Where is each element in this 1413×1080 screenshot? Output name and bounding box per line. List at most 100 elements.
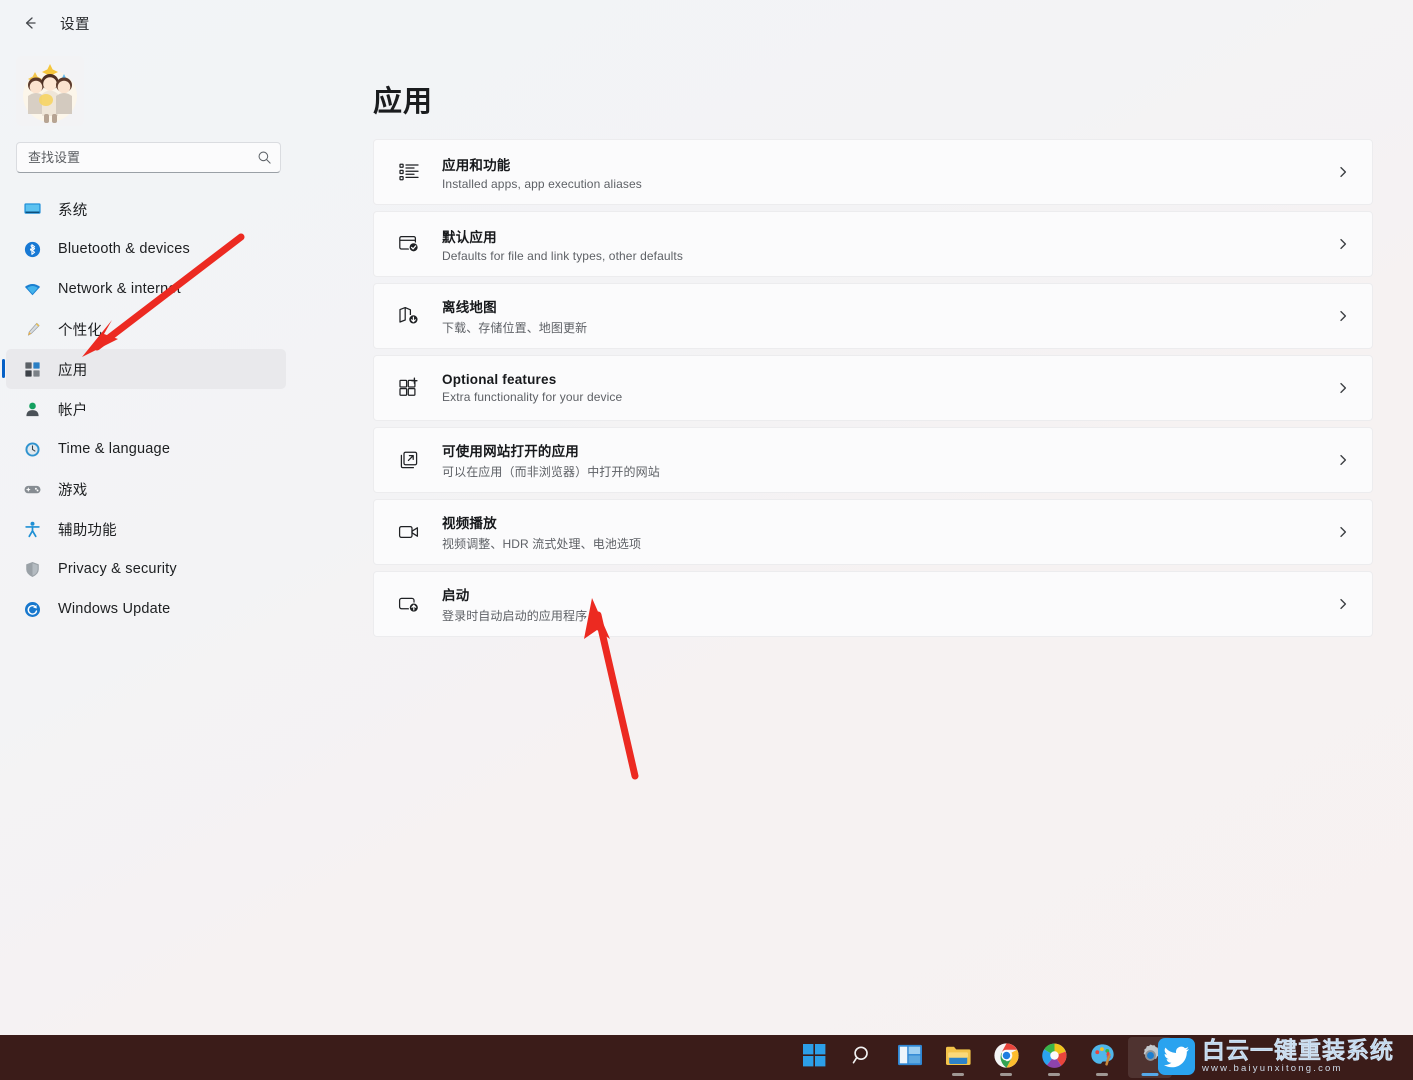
search-icon[interactable]: [257, 150, 272, 165]
display-monitor-icon: [22, 199, 42, 219]
sidebar-nav: 系统 Bluetooth & devices: [0, 189, 300, 629]
card-default-apps[interactable]: 默认应用 Defaults for file and link types, o…: [373, 211, 1373, 277]
video-camera-icon: [392, 515, 426, 549]
card-subtitle: 登录时自动启动的应用程序: [442, 607, 1336, 624]
taskbar-icon-group: [790, 1035, 1174, 1080]
browser-360-icon: [1042, 1043, 1067, 1073]
sidebar-item-privacy-security[interactable]: Privacy & security: [6, 549, 286, 589]
chevron-right-icon[interactable]: [1336, 237, 1350, 251]
sidebar-item-label: 游戏: [58, 479, 87, 500]
sidebar-item-apps[interactable]: 应用: [6, 349, 286, 389]
card-subtitle: 下载、存储位置、地图更新: [442, 319, 1336, 336]
chrome-icon: [994, 1043, 1019, 1073]
card-title: 应用和功能: [442, 154, 1336, 174]
sidebar-item-label: 帐户: [58, 399, 87, 420]
card-text: 离线地图 下载、存储位置、地图更新: [442, 296, 1336, 336]
card-title: Optional features: [442, 372, 1336, 387]
search-taskbar-button[interactable]: [840, 1037, 884, 1078]
running-indicator: [1048, 1073, 1060, 1076]
gamepad-icon: [22, 479, 42, 499]
running-indicator: [1096, 1073, 1108, 1076]
paint-button[interactable]: [1080, 1037, 1124, 1078]
card-text: Optional features Extra functionality fo…: [442, 372, 1336, 404]
external-link-square-icon: [392, 443, 426, 477]
sidebar-item-label: 应用: [58, 359, 87, 380]
sidebar-item-accessibility[interactable]: 辅助功能: [6, 509, 286, 549]
sidebar-item-gaming[interactable]: 游戏: [6, 469, 286, 509]
card-startup[interactable]: 启动 登录时自动启动的应用程序: [373, 571, 1373, 637]
sidebar-item-network-internet[interactable]: Network & internet: [6, 269, 286, 309]
active-indicator: [1142, 1073, 1159, 1076]
running-indicator: [1000, 1073, 1012, 1076]
file-explorer-button[interactable]: [936, 1037, 980, 1078]
startup-uparrow-icon: [392, 587, 426, 621]
titlebar: 设置: [0, 0, 1413, 46]
map-download-icon: [392, 299, 426, 333]
avatar[interactable]: [16, 56, 84, 126]
chevron-right-icon[interactable]: [1336, 165, 1350, 179]
chevron-right-icon[interactable]: [1336, 381, 1350, 395]
sidebar-item-label: Windows Update: [58, 601, 170, 617]
search-input[interactable]: [28, 150, 257, 165]
watermark: 白云一键重装系统 www.baiyunxitong.com: [1158, 1038, 1394, 1075]
list-bullets-icon: [392, 155, 426, 189]
card-title: 视频播放: [442, 512, 1336, 532]
sidebar-item-label: Network & internet: [58, 281, 181, 297]
card-subtitle: 可以在应用（而非浏览器）中打开的网站: [442, 463, 1336, 480]
sidebar-item-bluetooth-devices[interactable]: Bluetooth & devices: [6, 229, 286, 269]
sidebar-item-label: Bluetooth & devices: [58, 241, 190, 257]
start-button[interactable]: [792, 1037, 836, 1078]
search-settings-box[interactable]: [16, 142, 281, 173]
sidebar-item-label: 系统: [58, 199, 87, 220]
card-subtitle: Extra functionality for your device: [442, 390, 1336, 404]
card-text: 视频播放 视频调整、HDR 流式处理、电池选项: [442, 512, 1336, 552]
chevron-right-icon[interactable]: [1336, 453, 1350, 467]
chrome-button[interactable]: [984, 1037, 1028, 1078]
sidebar-item-windows-update[interactable]: Windows Update: [6, 589, 286, 629]
card-offline-maps[interactable]: 离线地图 下载、存储位置、地图更新: [373, 283, 1373, 349]
wifi-icon: [22, 279, 42, 299]
sidebar-item-label: 个性化: [58, 319, 102, 340]
window-check-icon: [392, 227, 426, 261]
chevron-right-icon[interactable]: [1336, 309, 1350, 323]
accessibility-icon: [22, 519, 42, 539]
sidebar-item-label: Privacy & security: [58, 561, 177, 577]
watermark-brand: 白云一键重装系统: [1202, 1038, 1394, 1063]
browser-360-button[interactable]: [1032, 1037, 1076, 1078]
card-apps-and-features[interactable]: 应用和功能 Installed apps, app execution alia…: [373, 139, 1373, 205]
card-apps-for-websites[interactable]: 可使用网站打开的应用 可以在应用（而非浏览器）中打开的网站: [373, 427, 1373, 493]
task-view-button[interactable]: [888, 1037, 932, 1078]
grid-plus-icon: [392, 371, 426, 405]
sidebar-item-system[interactable]: 系统: [6, 189, 286, 229]
card-title: 离线地图: [442, 296, 1336, 316]
card-title: 启动: [442, 584, 1336, 604]
settings-window: 设置: [0, 0, 1413, 1035]
sidebar-item-time-language[interactable]: Time & language: [6, 429, 286, 469]
watermark-url: www.baiyunxitong.com: [1202, 1063, 1394, 1075]
shield-icon: [22, 559, 42, 579]
card-video-playback[interactable]: 视频播放 视频调整、HDR 流式处理、电池选项: [373, 499, 1373, 565]
back-button[interactable]: [14, 8, 46, 38]
search-icon: [851, 1044, 874, 1072]
card-text: 默认应用 Defaults for file and link types, o…: [442, 226, 1336, 263]
card-text: 启动 登录时自动启动的应用程序: [442, 584, 1336, 624]
card-title: 可使用网站打开的应用: [442, 440, 1336, 460]
watermark-text: 白云一键重装系统 www.baiyunxitong.com: [1202, 1038, 1394, 1075]
sidebar-item-label: Time & language: [58, 441, 170, 457]
person-account-icon: [22, 399, 42, 419]
paintbrush-icon: [22, 319, 42, 339]
page-title: 应用: [373, 78, 433, 120]
task-view-icon: [898, 1044, 922, 1071]
chevron-right-icon[interactable]: [1336, 525, 1350, 539]
main-content: 应用 应用和功能: [300, 46, 1413, 1035]
bluetooth-icon: [22, 239, 42, 259]
running-indicator: [952, 1073, 964, 1076]
file-explorer-icon: [945, 1044, 971, 1072]
card-optional-features[interactable]: Optional features Extra functionality fo…: [373, 355, 1373, 421]
card-title: 默认应用: [442, 226, 1336, 246]
card-text: 应用和功能 Installed apps, app execution alia…: [442, 154, 1336, 191]
chevron-right-icon[interactable]: [1336, 597, 1350, 611]
sidebar-item-accounts[interactable]: 帐户: [6, 389, 286, 429]
sidebar-item-personalization[interactable]: 个性化: [6, 309, 286, 349]
update-refresh-icon: [22, 599, 42, 619]
